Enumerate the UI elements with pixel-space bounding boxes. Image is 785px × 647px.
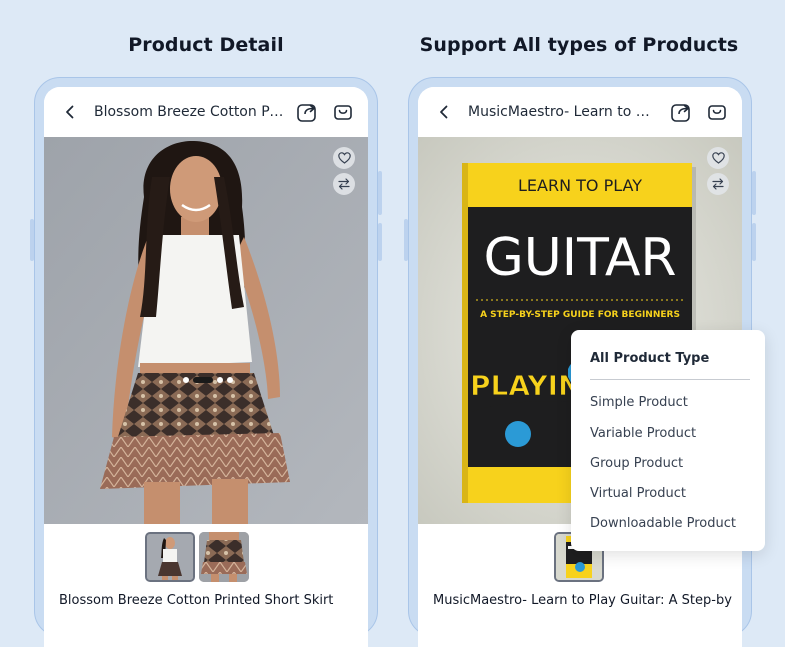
image-carousel-indicator bbox=[183, 377, 233, 383]
product-type-dropdown: All Product Type Simple Product Variable… bbox=[571, 330, 765, 551]
book-subtitle-text: A STEP-BY-STEP GUIDE FOR BEGINNERS bbox=[480, 310, 680, 320]
heading-product-detail: Product Detail bbox=[128, 34, 284, 56]
thumbnail-strip bbox=[145, 532, 249, 582]
carousel-dot[interactable] bbox=[183, 377, 189, 383]
carousel-dot-active[interactable] bbox=[193, 377, 213, 383]
dropdown-title: All Product Type bbox=[590, 351, 710, 366]
shopping-bag-icon bbox=[708, 105, 726, 120]
thumbnail-1[interactable] bbox=[145, 532, 195, 582]
compare-arrows-icon bbox=[338, 178, 350, 190]
wishlist-button[interactable] bbox=[707, 147, 729, 169]
product-photo-illustration bbox=[44, 137, 368, 524]
product-image[interactable] bbox=[44, 137, 368, 524]
dropdown-item-group-product[interactable]: Group Product bbox=[590, 456, 683, 471]
compare-button[interactable] bbox=[707, 173, 729, 195]
compare-arrows-icon bbox=[712, 178, 724, 190]
dropdown-item-simple-product[interactable]: Simple Product bbox=[590, 395, 688, 410]
chevron-left-icon bbox=[66, 105, 74, 119]
page-title: Blossom Breeze Cotton Print... bbox=[94, 104, 284, 120]
side-button bbox=[752, 171, 756, 215]
left-phone-screen: Blossom Breeze Cotton Print... bbox=[44, 87, 368, 647]
book-art-text: PLAYIN bbox=[470, 369, 581, 402]
product-name: Blossom Breeze Cotton Printed Short Skir… bbox=[59, 593, 334, 608]
chevron-left-icon bbox=[440, 105, 448, 119]
page-title: MusicMaestro- Learn to Play ... bbox=[468, 104, 658, 120]
back-button[interactable] bbox=[436, 104, 452, 120]
dropdown-divider bbox=[590, 379, 750, 380]
heading-support-all-types: Support All types of Products bbox=[419, 34, 739, 56]
share-icon bbox=[671, 104, 690, 122]
heart-icon bbox=[711, 152, 725, 164]
heart-icon bbox=[337, 152, 351, 164]
dropdown-item-virtual-product[interactable]: Virtual Product bbox=[590, 486, 686, 501]
wishlist-button[interactable] bbox=[333, 147, 355, 169]
product-name: MusicMaestro- Learn to Play Guitar: A St… bbox=[433, 593, 732, 608]
carousel-dot[interactable] bbox=[227, 377, 233, 383]
thumbnail-2[interactable] bbox=[199, 532, 249, 582]
book-main-text: GUITAR bbox=[483, 228, 676, 288]
dropdown-item-variable-product[interactable]: Variable Product bbox=[590, 426, 696, 441]
cart-button[interactable] bbox=[331, 100, 355, 124]
share-icon bbox=[297, 104, 316, 122]
app-bar: MusicMaestro- Learn to Play ... bbox=[418, 87, 742, 137]
left-phone-frame: Blossom Breeze Cotton Print... bbox=[30, 77, 382, 647]
book-top-text: LEARN TO PLAY bbox=[518, 176, 642, 195]
cart-button[interactable] bbox=[705, 100, 729, 124]
shopping-bag-icon bbox=[334, 105, 352, 120]
side-button bbox=[30, 219, 34, 261]
side-button bbox=[378, 171, 382, 215]
share-button[interactable] bbox=[669, 100, 693, 124]
side-button bbox=[752, 223, 756, 261]
side-button bbox=[378, 223, 382, 261]
carousel-dot[interactable] bbox=[217, 377, 223, 383]
dropdown-item-downloadable-product[interactable]: Downloadable Product bbox=[590, 516, 736, 531]
back-button[interactable] bbox=[62, 104, 78, 120]
compare-button[interactable] bbox=[333, 173, 355, 195]
share-button[interactable] bbox=[295, 100, 319, 124]
side-button bbox=[404, 219, 408, 261]
app-bar: Blossom Breeze Cotton Print... bbox=[44, 87, 368, 137]
